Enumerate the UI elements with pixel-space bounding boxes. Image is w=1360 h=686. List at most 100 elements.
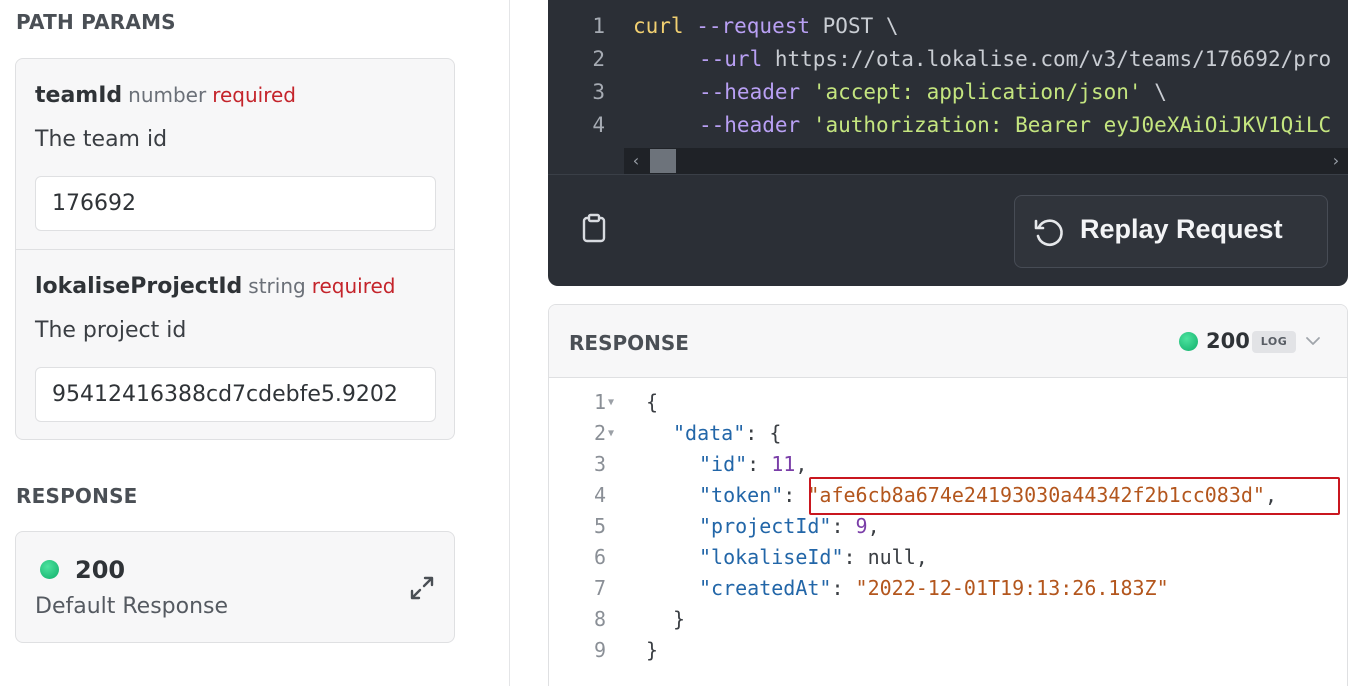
json-key: "projectId" [699,514,832,538]
json-punct: : [747,452,772,476]
default-response-card[interactable]: 200 Default Response [15,531,455,643]
code-flag: --header [699,80,801,104]
code-keyword: curl [633,14,684,38]
log-badge: LOG [1252,331,1296,353]
team-id-input[interactable]: 176692 [35,176,436,231]
expand-icon[interactable] [408,574,436,602]
line-number: 7 [593,576,606,600]
json-line: 3 "id": 11, [549,449,1347,480]
clipboard-icon[interactable] [581,213,607,243]
json-text: { [646,387,658,418]
line-number: 8 [593,607,606,631]
line-number: 3 [592,80,605,104]
code-line: 1 curl --request POST \ [548,10,1348,43]
json-text: "id": 11, [699,449,807,480]
json-line: 5 "projectId": 9, [549,511,1347,542]
code-text: curl --request POST \ [633,10,899,43]
fold-icon[interactable]: ▼ [608,387,614,418]
code-string: 'authorization: Bearer eyJ0eXAiOiJKV1QiL… [812,113,1332,137]
json-brace: } [673,607,686,631]
line-number: 2 [592,47,605,71]
code-plain: \ [1141,80,1167,104]
replay-request-button[interactable]: Replay Request [1014,195,1328,268]
replay-icon [1034,219,1063,246]
status-code: 200 [1206,329,1250,353]
code-text: --header 'accept: application/json' \ [699,76,1167,109]
code-flag: --header [699,113,801,137]
json-punct: : [831,576,856,600]
token-highlight-box [809,477,1340,515]
code-plain: POST \ [810,14,899,38]
json-value: 11 [771,452,796,476]
param-header: lokaliseProjectId string required [35,274,396,299]
param-description: The team id [35,127,168,152]
code-text: --header 'authorization: Bearer eyJ0eXAi… [699,109,1331,142]
path-params-card: teamId number required The team id 176692 … [15,58,455,440]
lokalise-project-id-input[interactable]: 95412416388cd7cdebfe5.9202 [35,367,436,422]
json-punct: : [843,545,868,569]
param-name: lokaliseProjectId [35,274,243,299]
fold-icon[interactable]: ▼ [608,418,614,449]
json-text: } [673,604,685,635]
response-code: 200 [75,556,126,584]
code-footer: Replay Request [548,174,1348,286]
response-section-title: RESPONSE [16,484,138,508]
code-lines: 1 curl --request POST \ 2 --url https://… [548,10,1348,160]
param-name: teamId [35,83,123,108]
json-punct: : [783,483,808,507]
line-number: 3 [593,452,606,476]
json-punct: , [795,452,808,476]
json-key: "token" [699,483,784,507]
response-header: RESPONSE 200 LOG [549,305,1347,378]
json-line: 4 "token": "afe6cb8a674e24193030a44342f2… [549,477,1347,515]
json-punct: , [915,545,928,569]
param-description: The project id [35,318,187,343]
code-plain [800,80,813,104]
json-brace: { [646,390,659,414]
json-value: 9 [855,514,868,538]
code-plain: https://ota.lokalise.com/v3/teams/176692… [762,47,1332,71]
line-number: 4 [593,483,606,507]
code-string: 'accept: application/json' [812,80,1142,104]
code-plain [800,113,813,137]
line-number: 5 [593,514,606,538]
param-required: required [212,83,297,107]
json-key: "id" [699,452,748,476]
json-text: "lokaliseId": null, [699,542,928,573]
horizontal-scrollbar[interactable]: ‹ › [624,148,1348,174]
json-brace: } [646,638,659,662]
left-panel: PATH PARAMS teamId number required The tea… [0,0,510,686]
code-flag: --request [683,14,811,38]
code-line: 4 --header 'authorization: Bearer eyJ0eX… [548,109,1348,142]
json-line: 2 ▼ "data": { [549,418,1347,449]
scrollbar-thumb[interactable] [650,149,676,173]
line-number: 4 [592,113,605,137]
json-punct: : { [745,421,782,445]
param-divider [16,249,454,250]
json-line: 1 ▼ { [549,387,1347,418]
response-title: RESPONSE [569,331,689,355]
json-key: "data" [673,421,746,445]
line-number: 1 [592,14,605,38]
line-number: 1 [593,390,606,414]
chevron-down-icon[interactable] [1305,333,1321,349]
line-number: 2 [593,421,606,445]
replay-request-label: Replay Request [1080,214,1283,244]
scroll-left-icon[interactable]: ‹ [624,148,648,174]
param-required: required [311,274,396,298]
response-panel: RESPONSE 200 LOG 1 ▼ { 2 ▼ "data": { 3 "… [548,304,1348,686]
json-value: null [867,545,916,569]
code-flag: --url [699,47,763,71]
json-text: "data": { [673,418,781,449]
json-key: "lokaliseId" [699,545,844,569]
json-line: 7 "createdAt": "2022-12-01T19:13:26.183Z… [549,573,1347,604]
json-punct: , [867,514,880,538]
json-punct: : [831,514,856,538]
json-line: 9 } [549,635,1347,666]
param-header: teamId number required [35,83,296,108]
scroll-right-icon[interactable]: › [1324,148,1348,174]
line-number: 6 [593,545,606,569]
response-description: Default Response [35,594,229,619]
path-params-title: PATH PARAMS [16,10,176,34]
json-line: 8 } [549,604,1347,635]
